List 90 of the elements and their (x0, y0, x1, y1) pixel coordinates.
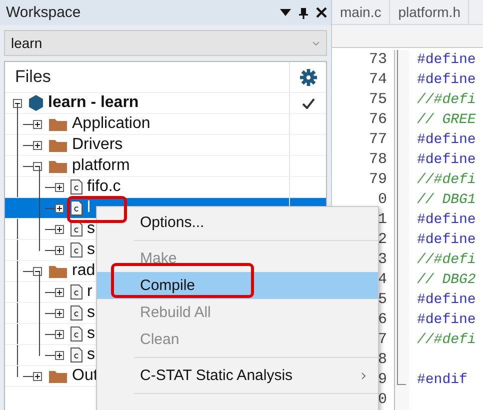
folder-icon (48, 368, 68, 384)
pin-icon[interactable] (299, 6, 308, 18)
tree-item[interactable]: s (87, 220, 95, 238)
expand-icon[interactable] (55, 182, 64, 192)
tree-item[interactable]: l (87, 199, 91, 217)
line-number: 2 (378, 231, 387, 248)
collapse-icon[interactable] (33, 162, 42, 170)
line-number: 4 (378, 271, 387, 288)
line-number: 76 (368, 111, 387, 128)
code-line: #define (417, 232, 476, 248)
line-number: 3 (378, 251, 387, 268)
expand-icon[interactable] (33, 120, 42, 128)
line-number: 1 (378, 211, 387, 228)
file-tab[interactable]: main.c (332, 0, 390, 24)
workspace-selector[interactable]: learn (4, 30, 327, 56)
code-line: #endif (417, 372, 468, 388)
close-icon[interactable] (316, 7, 327, 18)
code-line: #define (417, 72, 476, 88)
line-number: 5 (378, 291, 387, 308)
file-tab[interactable]: platform.h (390, 0, 470, 24)
code-line: #define (417, 212, 476, 228)
line-number: 78 (368, 151, 387, 168)
file-icon (70, 305, 83, 321)
line-number: 8 (378, 351, 387, 368)
expand-icon[interactable] (55, 288, 64, 296)
code-line: //#defi (417, 332, 476, 348)
panel-title: Workspace (6, 4, 82, 21)
tree-item[interactable]: s (87, 346, 95, 364)
folder-icon (48, 158, 68, 174)
menu-item[interactable]: C-STAT Static Analysis (97, 362, 378, 389)
code-line: #define (417, 132, 476, 148)
file-icon (70, 284, 83, 300)
expand-icon[interactable] (55, 330, 64, 338)
code-line: // GREE (417, 112, 476, 128)
file-icon (70, 221, 83, 237)
tree-item[interactable]: s (87, 325, 95, 343)
line-number: 75 (368, 91, 387, 108)
menu-item[interactable]: Options... (97, 209, 378, 236)
line-number: 0 (378, 391, 387, 408)
file-icon (70, 326, 83, 342)
check-icon (302, 98, 314, 108)
line-number: 73 (368, 51, 387, 68)
file-icon (70, 179, 83, 195)
tree-item[interactable]: r (87, 283, 92, 301)
expand-icon[interactable] (55, 204, 64, 212)
tree-item[interactable]: Out (72, 367, 98, 385)
code-line: //#defi (417, 172, 476, 188)
code-line: #define (417, 312, 476, 328)
line-number: 77 (368, 131, 387, 148)
line-number: 9 (378, 371, 387, 388)
tree-item[interactable]: s (87, 241, 95, 259)
expand-icon[interactable] (55, 246, 64, 254)
tree-item[interactable]: rad (72, 262, 96, 280)
folder-icon (48, 263, 68, 279)
chevron-icon (312, 40, 320, 46)
highlight-frame (67, 196, 127, 223)
file-icon (70, 242, 83, 258)
tree-item[interactable]: platform (72, 157, 130, 175)
expand-icon[interactable] (55, 350, 64, 360)
folder-icon (48, 116, 68, 132)
expand-icon[interactable] (55, 224, 64, 234)
tree-item[interactable]: s (87, 304, 95, 322)
folder-icon (48, 137, 68, 153)
code-line: #define (417, 152, 476, 168)
dropdown-icon[interactable] (280, 9, 291, 16)
line-number: 79 (368, 171, 387, 188)
collapse-icon[interactable] (13, 98, 22, 108)
tree-item[interactable]: learn - learn (48, 94, 139, 112)
tree-item[interactable]: Drivers (72, 136, 123, 154)
expand-icon[interactable] (55, 308, 64, 318)
menu-item[interactable]: Compile (97, 272, 378, 299)
code-line: // DBG2 (417, 272, 476, 288)
tree-item[interactable]: Application (72, 115, 150, 133)
column-header: Files (14, 67, 52, 87)
expand-icon[interactable] (33, 372, 42, 380)
expand-icon[interactable] (33, 140, 42, 150)
line-number: 74 (368, 71, 387, 88)
line-number: 6 (378, 311, 387, 328)
code-line: //#defi (417, 252, 476, 268)
file-icon (70, 347, 83, 363)
line-number: 7 (378, 331, 387, 348)
line-number: 0 (378, 191, 387, 208)
settings-icon[interactable] (300, 68, 316, 86)
cube-icon (28, 94, 44, 112)
code-line: //#defi (417, 92, 476, 108)
collapse-icon[interactable] (33, 266, 42, 276)
code-line: #define (417, 52, 476, 68)
tree-item[interactable]: fifo.c (87, 178, 121, 196)
code-line: // DBG1 (417, 192, 476, 208)
code-line: #define (417, 292, 476, 308)
